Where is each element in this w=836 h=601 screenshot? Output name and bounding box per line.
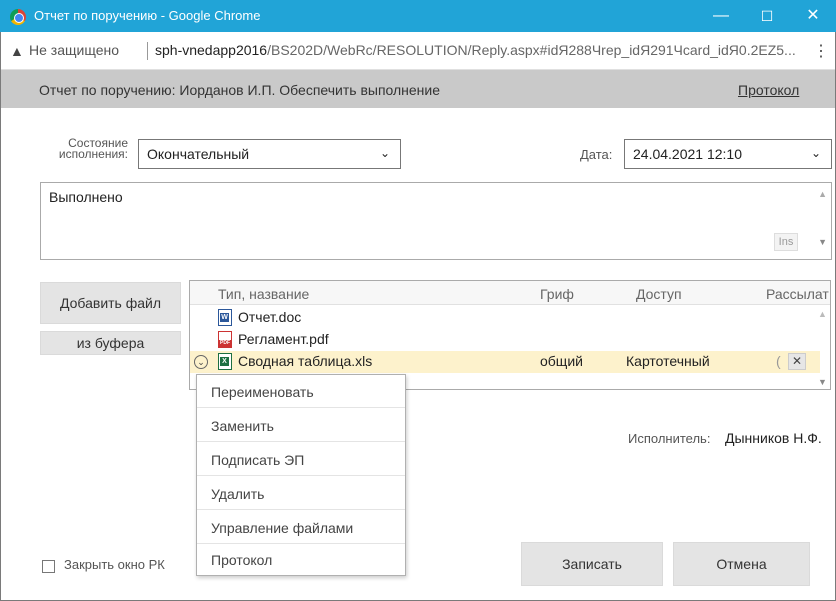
row-menu-icon[interactable]: ⌄ <box>194 355 208 369</box>
protocol-link[interactable]: Протокол <box>738 82 799 98</box>
address-separator <box>147 42 148 60</box>
state-label: Состояние исполнения: <box>48 137 128 161</box>
word-icon <box>218 309 232 326</box>
chrome-logo-icon <box>10 9 26 25</box>
ins-button[interactable]: Ins <box>774 233 798 251</box>
scroll-up-arrow-icon[interactable]: ▲ <box>818 309 827 319</box>
close-window-button[interactable]: ✕ <box>790 0 836 32</box>
pdf-icon <box>218 331 232 348</box>
date-label: Дата: <box>580 147 613 162</box>
context-menu: Переименовать Заменить Подписать ЭП Удал… <box>196 374 406 576</box>
menu-item-rename[interactable]: Переименовать <box>197 375 405 408</box>
menu-item-replace[interactable]: Заменить <box>197 409 405 442</box>
title-bar: Отчет по поручению - Google Chrome — ☐ ✕ <box>0 0 836 32</box>
report-text: Выполнено <box>49 189 123 205</box>
maximize-button[interactable]: ☐ <box>744 0 790 32</box>
files-table-header: Тип, название Гриф Доступ Рассылат <box>190 281 830 305</box>
column-header-distribution[interactable]: Рассылат <box>766 286 829 302</box>
column-header-grif[interactable]: Гриф <box>540 286 574 302</box>
date-select[interactable]: 24.04.2021 12:10 ⌄ <box>624 139 832 169</box>
cancel-button[interactable]: Отмена <box>673 542 810 586</box>
column-header-access[interactable]: Доступ <box>636 286 682 302</box>
column-header-type-name[interactable]: Тип, название <box>218 286 309 302</box>
date-value: 24.04.2021 12:10 <box>633 146 742 162</box>
scroll-down-arrow-icon[interactable]: ▼ <box>818 377 827 387</box>
menu-item-protocol[interactable]: Протокол <box>197 543 405 576</box>
warning-icon[interactable]: ▲ <box>10 43 24 59</box>
chevron-down-icon: ⌄ <box>379 146 390 160</box>
dialog-header: Отчет по поручению: Иорданов И.П. Обеспе… <box>1 70 835 108</box>
security-status[interactable]: Не защищено <box>29 42 119 58</box>
state-select[interactable]: Окончательный ⌄ <box>138 139 401 169</box>
executor-name: Дынников Н.Ф. <box>725 430 822 446</box>
file-access: Картотечный <box>626 353 710 369</box>
table-row[interactable]: Регламент.pdf <box>190 329 820 351</box>
close-window-checkbox[interactable] <box>42 560 55 573</box>
chevron-down-icon: ⌄ <box>810 146 821 160</box>
scroll-up-arrow-icon[interactable]: ▲ <box>818 189 827 199</box>
file-name[interactable]: Сводная таблица.xls <box>238 353 372 369</box>
address-bar[interactable]: ▲ Не защищено sph-vnedapp2016/BS202D/Web… <box>1 32 835 70</box>
url-path: /BS202D/WebRc/RESOLUTION/Reply.aspx#idЯ2… <box>267 42 796 58</box>
delete-file-icon[interactable]: ✕ <box>788 353 806 370</box>
minimize-button[interactable]: — <box>698 0 744 32</box>
table-row[interactable]: Отчет.doc <box>190 307 820 329</box>
url-text[interactable]: sph-vnedapp2016/BS202D/WebRc/RESOLUTION/… <box>155 42 796 58</box>
add-file-button[interactable]: Добавить файл <box>40 282 181 324</box>
dialog-title: Отчет по поручению: Иорданов И.П. Обеспе… <box>39 82 441 98</box>
report-textarea[interactable]: Выполнено Ins ▲ ▼ <box>40 182 832 260</box>
save-button[interactable]: Записать <box>521 542 663 586</box>
state-value: Окончательный <box>147 146 250 162</box>
window-title: Отчет по поручению - Google Chrome <box>34 8 261 23</box>
scroll-down-arrow-icon[interactable]: ▼ <box>818 237 827 247</box>
excel-icon <box>218 353 232 370</box>
file-grif: общий <box>540 353 583 369</box>
state-label-line2: исполнения: <box>58 147 128 161</box>
menu-item-delete[interactable]: Удалить <box>197 477 405 510</box>
url-host: sph-vnedapp2016 <box>155 42 268 58</box>
from-buffer-button[interactable]: из буфера <box>40 331 181 355</box>
file-distribution: ( <box>776 353 781 369</box>
table-row-selected[interactable]: ⌄ Сводная таблица.xls общий Картотечный … <box>190 351 820 373</box>
close-window-label[interactable]: Закрыть окно РК <box>64 557 165 572</box>
executor-label: Исполнитель: <box>628 431 711 446</box>
menu-item-sign[interactable]: Подписать ЭП <box>197 443 405 476</box>
menu-item-manage-files[interactable]: Управление файлами <box>197 511 405 544</box>
browser-menu-icon[interactable]: ⋮ <box>813 41 829 61</box>
file-name[interactable]: Отчет.doc <box>238 309 301 325</box>
file-name[interactable]: Регламент.pdf <box>238 331 329 347</box>
